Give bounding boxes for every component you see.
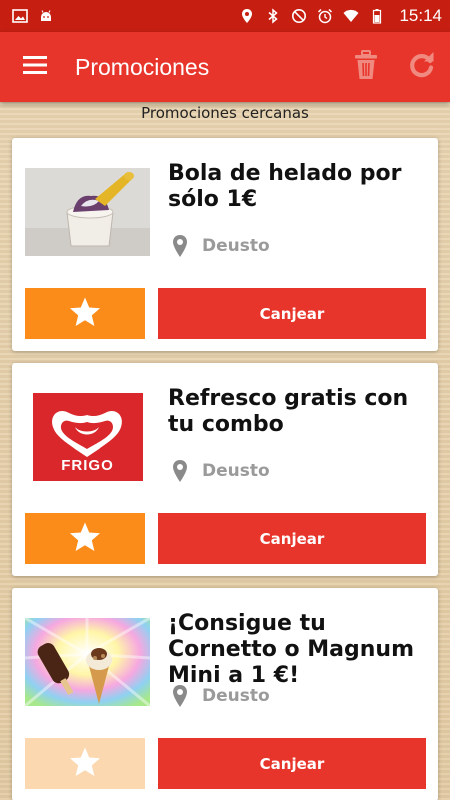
location-label: Deusto — [202, 461, 270, 481]
trash-icon — [352, 49, 380, 85]
promotion-title: Refresco gratis con tu combo — [168, 386, 409, 437]
redeem-button[interactable]: Canjear — [158, 288, 426, 339]
battery-icon — [369, 8, 385, 24]
map-pin-icon — [172, 459, 188, 483]
promotion-image — [25, 618, 150, 706]
redeem-button[interactable]: Canjear — [158, 513, 426, 564]
star-icon — [68, 746, 102, 782]
section-title: Promociones cercanas — [141, 104, 309, 122]
promotion-title: ¡Consigue tu Cornetto o Magnum Mini a 1 … — [168, 611, 415, 688]
refresh-icon — [408, 49, 436, 85]
location-label: Deusto — [202, 236, 270, 256]
promotion-title: Bola de helado por sólo 1€ — [168, 161, 402, 212]
app-bar: Promociones — [0, 32, 450, 102]
redeem-button[interactable]: Canjear — [158, 738, 426, 789]
promotion-location: Deusto — [172, 459, 270, 483]
promotion-location: Deusto — [172, 234, 270, 258]
favorite-button[interactable] — [25, 513, 145, 564]
status-bar: 15:14 — [0, 0, 450, 32]
star-icon — [68, 296, 102, 332]
location-label: Deusto — [202, 686, 270, 706]
wifi-icon — [343, 8, 359, 24]
favorite-button[interactable] — [25, 288, 145, 339]
do-not-disturb-icon — [291, 8, 307, 24]
image-icon — [12, 8, 28, 24]
page-title: Promociones — [75, 53, 210, 80]
frigo-logo-text: FRIGO — [61, 457, 114, 474]
location-icon — [239, 8, 255, 24]
status-clock: 15:14 — [399, 6, 442, 25]
android-icon — [38, 8, 54, 24]
menu-button[interactable] — [7, 32, 63, 102]
status-left — [12, 8, 54, 24]
map-pin-icon — [172, 684, 188, 708]
promotion-card[interactable]: Bola de helado por sólo 1€ Deusto Canjea… — [12, 138, 438, 351]
star-icon — [68, 521, 102, 557]
map-pin-icon — [172, 234, 188, 258]
promotion-image — [25, 168, 150, 256]
bluetooth-icon — [265, 8, 281, 24]
promotion-card[interactable]: FRIGO Refresco gratis con tu combo Deust… — [12, 363, 438, 576]
hamburger-menu-icon — [22, 54, 48, 80]
alarm-icon — [317, 8, 333, 24]
promotion-image: FRIGO — [25, 393, 150, 481]
status-right: 15:14 — [239, 6, 442, 26]
favorite-button[interactable] — [25, 738, 145, 789]
delete-button[interactable] — [338, 32, 394, 102]
refresh-button[interactable] — [394, 32, 450, 102]
promotion-card[interactable]: ¡Consigue tu Cornetto o Magnum Mini a 1 … — [12, 588, 438, 800]
promotion-location: Deusto — [172, 684, 270, 708]
